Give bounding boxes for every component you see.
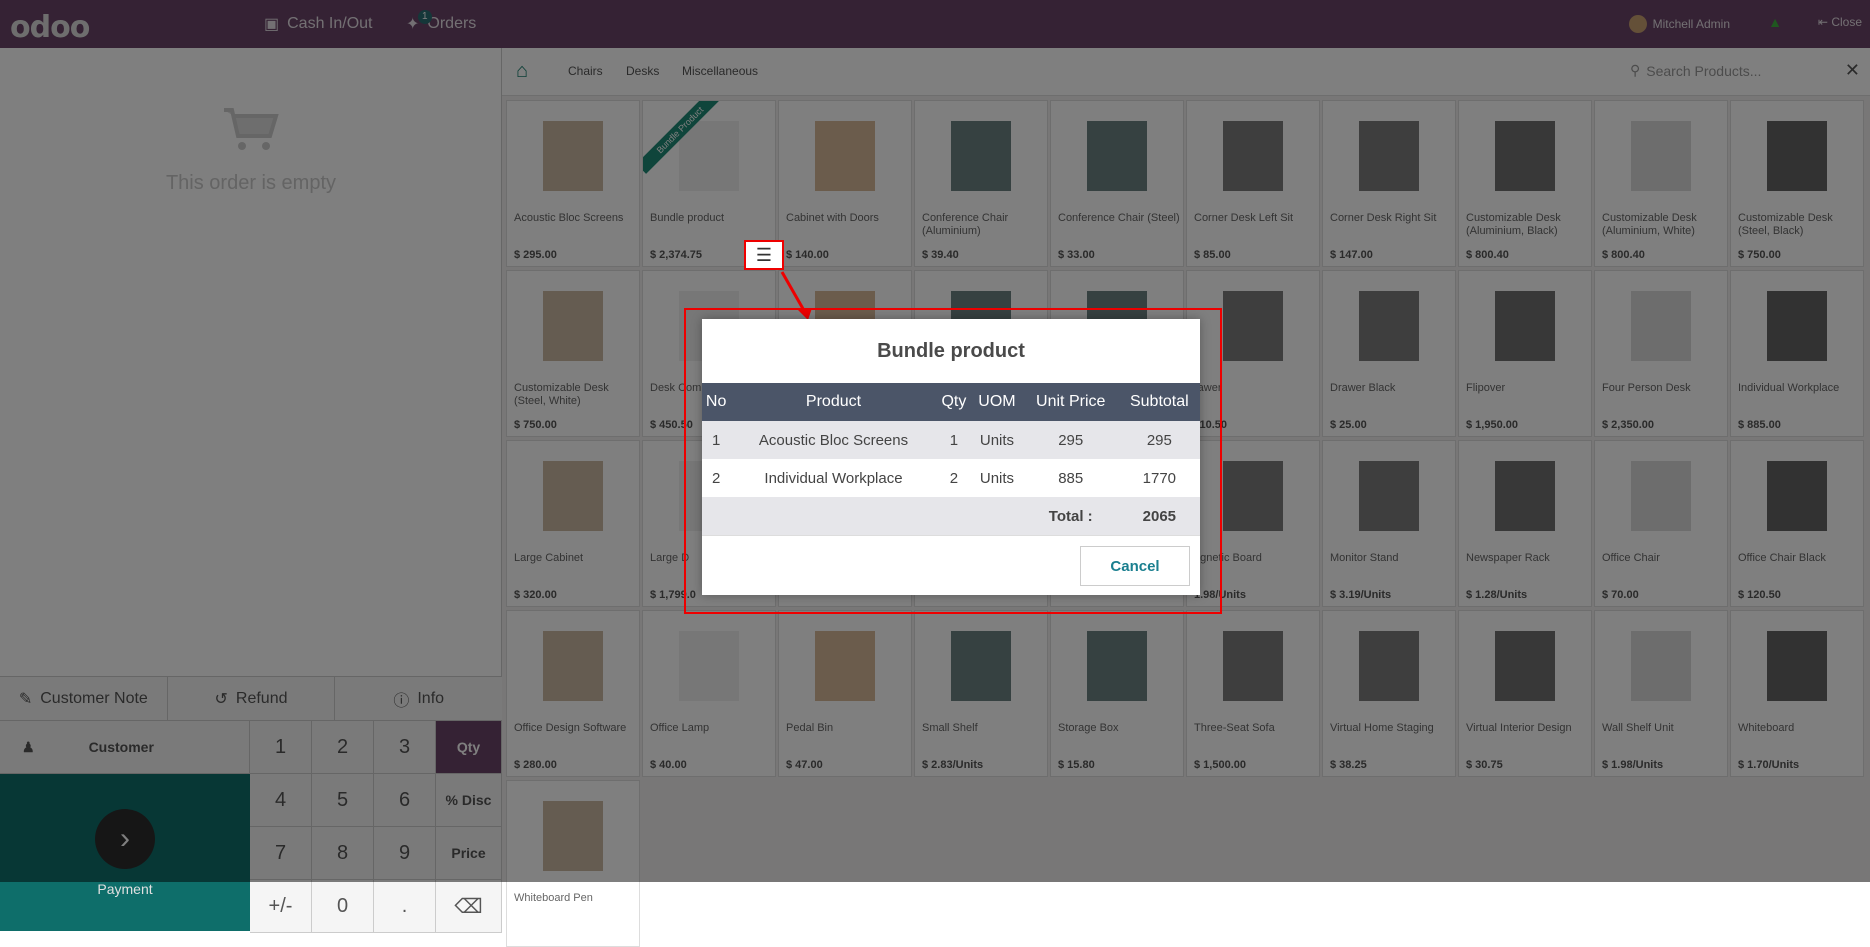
cell-no: 2 [702,459,731,497]
header-subtotal: Subtotal [1118,383,1200,421]
numpad-key[interactable]: 0 [312,880,374,933]
header-uom: UOM [971,383,1023,421]
table-row: 2 Individual Workplace 2 Units 885 1770 [702,459,1200,497]
cell-uom: Units [971,421,1023,459]
product-name: Whiteboard Pen [514,892,593,904]
numpad-key[interactable]: . [374,880,436,933]
dialog-footer: Cancel [702,535,1200,595]
cell-unit-price: 885 [1022,459,1119,497]
dialog-title: Bundle product [877,339,1025,362]
cell-qty: 2 [936,459,972,497]
total-label: Total : [1022,497,1119,535]
bundle-table: No Product Qty UOM Unit Price Subtotal 1… [702,383,1200,535]
total-row: Total : 2065 [702,497,1200,535]
cell-product: Individual Workplace [730,459,937,497]
total-value: 2065 [1118,497,1200,535]
cell-qty: 1 [936,421,972,459]
header-product: Product [730,383,937,421]
bundle-dialog: Bundle product No Product Qty UOM Unit P… [702,319,1200,595]
numpad-key[interactable]: +/- [250,880,312,933]
cell-no: 1 [702,421,731,459]
table-row: 1 Acoustic Bloc Screens 1 Units 295 295 [702,421,1200,459]
cell-product: Acoustic Bloc Screens [730,421,937,459]
cell-subtotal: 295 [1118,421,1200,459]
cell-unit-price: 295 [1022,421,1119,459]
cell-uom: Units [971,459,1023,497]
backspace-icon[interactable]: ⌫ [436,880,502,933]
cell-subtotal: 1770 [1118,459,1200,497]
header-unit-price: Unit Price [1022,383,1119,421]
payment-label: Payment [97,880,153,897]
header-no: No [702,383,731,421]
header-qty: Qty [936,383,972,421]
bundle-details-icon[interactable]: ☰ [744,240,784,270]
cancel-button[interactable]: Cancel [1080,546,1190,586]
